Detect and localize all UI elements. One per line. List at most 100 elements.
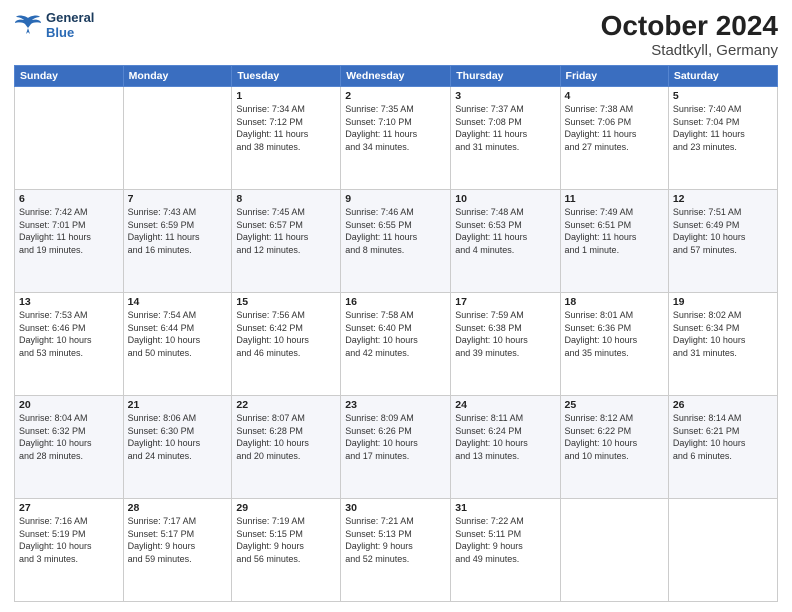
day-info: Sunrise: 8:02 AMSunset: 6:34 PMDaylight:… xyxy=(673,309,773,359)
day-info: Sunrise: 7:53 AMSunset: 6:46 PMDaylight:… xyxy=(19,309,119,359)
calendar-cell: 14Sunrise: 7:54 AMSunset: 6:44 PMDayligh… xyxy=(123,293,232,396)
calendar-cell: 8Sunrise: 7:45 AMSunset: 6:57 PMDaylight… xyxy=(232,190,341,293)
day-number: 14 xyxy=(128,296,228,308)
day-info: Sunrise: 7:17 AMSunset: 5:17 PMDaylight:… xyxy=(128,515,228,565)
day-number: 31 xyxy=(455,502,555,514)
weekday-header-tuesday: Tuesday xyxy=(232,66,341,87)
calendar-cell: 11Sunrise: 7:49 AMSunset: 6:51 PMDayligh… xyxy=(560,190,668,293)
day-info: Sunrise: 7:16 AMSunset: 5:19 PMDaylight:… xyxy=(19,515,119,565)
day-number: 5 xyxy=(673,90,773,102)
day-number: 25 xyxy=(565,399,664,411)
day-info: Sunrise: 7:42 AMSunset: 7:01 PMDaylight:… xyxy=(19,206,119,256)
day-number: 19 xyxy=(673,296,773,308)
calendar-cell: 19Sunrise: 8:02 AMSunset: 6:34 PMDayligh… xyxy=(668,293,777,396)
day-info: Sunrise: 8:07 AMSunset: 6:28 PMDaylight:… xyxy=(236,412,336,462)
logo-icon xyxy=(14,14,42,36)
day-info: Sunrise: 7:54 AMSunset: 6:44 PMDaylight:… xyxy=(128,309,228,359)
month-title: October 2024 xyxy=(601,10,778,42)
calendar-cell: 21Sunrise: 8:06 AMSunset: 6:30 PMDayligh… xyxy=(123,396,232,499)
logo: General Blue xyxy=(14,10,94,40)
day-info: Sunrise: 8:04 AMSunset: 6:32 PMDaylight:… xyxy=(19,412,119,462)
day-number: 10 xyxy=(455,193,555,205)
day-number: 24 xyxy=(455,399,555,411)
calendar-cell: 23Sunrise: 8:09 AMSunset: 6:26 PMDayligh… xyxy=(341,396,451,499)
calendar-cell: 4Sunrise: 7:38 AMSunset: 7:06 PMDaylight… xyxy=(560,87,668,190)
day-number: 18 xyxy=(565,296,664,308)
calendar-cell: 15Sunrise: 7:56 AMSunset: 6:42 PMDayligh… xyxy=(232,293,341,396)
calendar-cell: 2Sunrise: 7:35 AMSunset: 7:10 PMDaylight… xyxy=(341,87,451,190)
day-info: Sunrise: 7:34 AMSunset: 7:12 PMDaylight:… xyxy=(236,103,336,153)
day-info: Sunrise: 8:12 AMSunset: 6:22 PMDaylight:… xyxy=(565,412,664,462)
day-info: Sunrise: 7:59 AMSunset: 6:38 PMDaylight:… xyxy=(455,309,555,359)
calendar-cell: 16Sunrise: 7:58 AMSunset: 6:40 PMDayligh… xyxy=(341,293,451,396)
calendar-cell: 10Sunrise: 7:48 AMSunset: 6:53 PMDayligh… xyxy=(451,190,560,293)
day-info: Sunrise: 7:58 AMSunset: 6:40 PMDaylight:… xyxy=(345,309,446,359)
day-number: 13 xyxy=(19,296,119,308)
day-number: 3 xyxy=(455,90,555,102)
calendar-cell: 9Sunrise: 7:46 AMSunset: 6:55 PMDaylight… xyxy=(341,190,451,293)
calendar-cell: 7Sunrise: 7:43 AMSunset: 6:59 PMDaylight… xyxy=(123,190,232,293)
calendar-cell: 27Sunrise: 7:16 AMSunset: 5:19 PMDayligh… xyxy=(15,499,124,602)
calendar-cell: 25Sunrise: 8:12 AMSunset: 6:22 PMDayligh… xyxy=(560,396,668,499)
day-number: 9 xyxy=(345,193,446,205)
day-number: 26 xyxy=(673,399,773,411)
day-info: Sunrise: 7:51 AMSunset: 6:49 PMDaylight:… xyxy=(673,206,773,256)
day-number: 12 xyxy=(673,193,773,205)
calendar-cell: 28Sunrise: 7:17 AMSunset: 5:17 PMDayligh… xyxy=(123,499,232,602)
day-number: 7 xyxy=(128,193,228,205)
day-number: 6 xyxy=(19,193,119,205)
day-info: Sunrise: 7:49 AMSunset: 6:51 PMDaylight:… xyxy=(565,206,664,256)
calendar-cell: 5Sunrise: 7:40 AMSunset: 7:04 PMDaylight… xyxy=(668,87,777,190)
location-title: Stadtkyll, Germany xyxy=(601,42,778,59)
calendar-cell: 6Sunrise: 7:42 AMSunset: 7:01 PMDaylight… xyxy=(15,190,124,293)
calendar-cell: 24Sunrise: 8:11 AMSunset: 6:24 PMDayligh… xyxy=(451,396,560,499)
calendar-cell: 20Sunrise: 8:04 AMSunset: 6:32 PMDayligh… xyxy=(15,396,124,499)
day-number: 4 xyxy=(565,90,664,102)
day-info: Sunrise: 8:11 AMSunset: 6:24 PMDaylight:… xyxy=(455,412,555,462)
weekday-header-thursday: Thursday xyxy=(451,66,560,87)
calendar: SundayMondayTuesdayWednesdayThursdayFrid… xyxy=(14,65,778,602)
day-number: 27 xyxy=(19,502,119,514)
calendar-cell: 13Sunrise: 7:53 AMSunset: 6:46 PMDayligh… xyxy=(15,293,124,396)
calendar-cell: 1Sunrise: 7:34 AMSunset: 7:12 PMDaylight… xyxy=(232,87,341,190)
calendar-cell: 26Sunrise: 8:14 AMSunset: 6:21 PMDayligh… xyxy=(668,396,777,499)
day-info: Sunrise: 7:48 AMSunset: 6:53 PMDaylight:… xyxy=(455,206,555,256)
calendar-cell xyxy=(668,499,777,602)
calendar-cell: 29Sunrise: 7:19 AMSunset: 5:15 PMDayligh… xyxy=(232,499,341,602)
day-info: Sunrise: 8:14 AMSunset: 6:21 PMDaylight:… xyxy=(673,412,773,462)
day-number: 17 xyxy=(455,296,555,308)
weekday-header-sunday: Sunday xyxy=(15,66,124,87)
day-info: Sunrise: 7:56 AMSunset: 6:42 PMDaylight:… xyxy=(236,309,336,359)
day-number: 8 xyxy=(236,193,336,205)
day-number: 22 xyxy=(236,399,336,411)
calendar-cell: 22Sunrise: 8:07 AMSunset: 6:28 PMDayligh… xyxy=(232,396,341,499)
weekday-header-friday: Friday xyxy=(560,66,668,87)
day-info: Sunrise: 8:09 AMSunset: 6:26 PMDaylight:… xyxy=(345,412,446,462)
day-number: 21 xyxy=(128,399,228,411)
day-info: Sunrise: 7:40 AMSunset: 7:04 PMDaylight:… xyxy=(673,103,773,153)
day-number: 30 xyxy=(345,502,446,514)
calendar-cell: 18Sunrise: 8:01 AMSunset: 6:36 PMDayligh… xyxy=(560,293,668,396)
day-number: 16 xyxy=(345,296,446,308)
day-info: Sunrise: 8:01 AMSunset: 6:36 PMDaylight:… xyxy=(565,309,664,359)
day-info: Sunrise: 7:45 AMSunset: 6:57 PMDaylight:… xyxy=(236,206,336,256)
day-info: Sunrise: 7:46 AMSunset: 6:55 PMDaylight:… xyxy=(345,206,446,256)
day-info: Sunrise: 7:43 AMSunset: 6:59 PMDaylight:… xyxy=(128,206,228,256)
weekday-header-monday: Monday xyxy=(123,66,232,87)
calendar-cell xyxy=(123,87,232,190)
title-block: October 2024 Stadtkyll, Germany xyxy=(601,10,778,59)
weekday-header-wednesday: Wednesday xyxy=(341,66,451,87)
day-number: 2 xyxy=(345,90,446,102)
weekday-header-saturday: Saturday xyxy=(668,66,777,87)
day-number: 29 xyxy=(236,502,336,514)
day-info: Sunrise: 7:22 AMSunset: 5:11 PMDaylight:… xyxy=(455,515,555,565)
day-info: Sunrise: 7:19 AMSunset: 5:15 PMDaylight:… xyxy=(236,515,336,565)
calendar-cell xyxy=(560,499,668,602)
calendar-cell: 3Sunrise: 7:37 AMSunset: 7:08 PMDaylight… xyxy=(451,87,560,190)
day-info: Sunrise: 7:21 AMSunset: 5:13 PMDaylight:… xyxy=(345,515,446,565)
day-info: Sunrise: 7:38 AMSunset: 7:06 PMDaylight:… xyxy=(565,103,664,153)
day-number: 11 xyxy=(565,193,664,205)
day-number: 1 xyxy=(236,90,336,102)
logo-text: General Blue xyxy=(46,10,94,40)
day-info: Sunrise: 7:37 AMSunset: 7:08 PMDaylight:… xyxy=(455,103,555,153)
